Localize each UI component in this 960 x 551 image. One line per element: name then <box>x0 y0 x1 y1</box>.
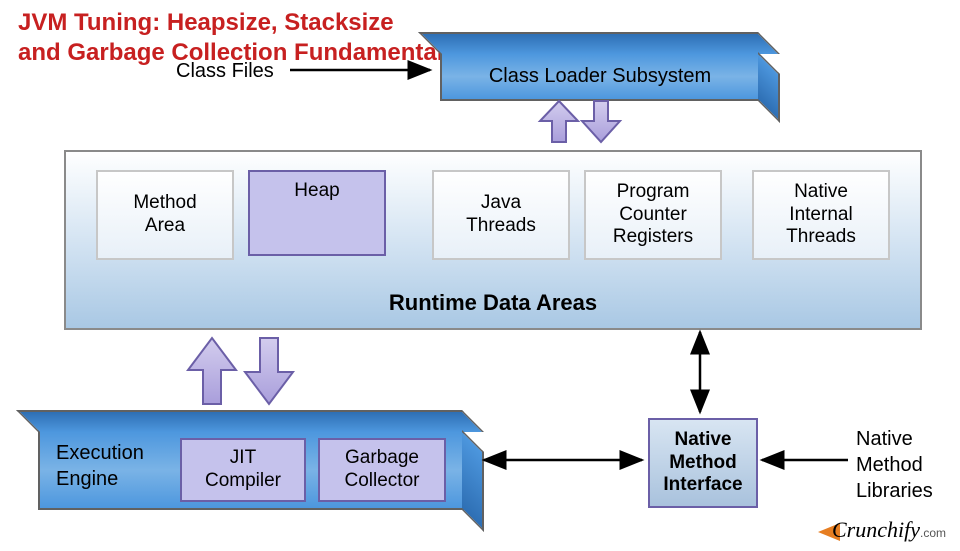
pc-registers-text: Program Counter Registers <box>613 181 693 249</box>
crunchify-brand: Crunchify <box>832 517 920 542</box>
execution-engine-text: Execution Engine <box>56 440 144 492</box>
java-threads-text: Java Threads <box>466 192 536 238</box>
garbage-collector-text: Garbage Collector <box>345 447 420 493</box>
native-threads-box: Native Internal Threads <box>752 170 890 260</box>
arrow-runtime-engine-up <box>188 338 236 404</box>
arrow-runtime-engine-down <box>245 338 293 404</box>
crunchify-suffix: .com <box>920 526 946 540</box>
class-loader-text: Class Loader Subsystem <box>442 54 758 99</box>
heap-box: Heap <box>248 170 386 256</box>
jit-compiler-text: JIT Compiler <box>205 447 281 493</box>
garbage-collector-box: Garbage Collector <box>318 438 446 502</box>
diagram-title: JVM Tuning: Heapsize, Stacksize and Garb… <box>18 8 443 68</box>
class-loader-box: Class Loader Subsystem <box>440 52 760 101</box>
jit-compiler-box: JIT Compiler <box>180 438 306 502</box>
arrow-loader-runtime-down <box>582 101 620 142</box>
native-threads-text: Native Internal Threads <box>786 181 856 249</box>
native-method-libraries-label: Native Method Libraries <box>856 426 933 504</box>
class-files-label: Class Files <box>176 60 274 83</box>
native-method-interface-box: Native Method Interface <box>648 418 758 508</box>
crunchify-watermark: Crunchify.com <box>832 517 946 543</box>
method-area-text: Method Area <box>133 192 196 238</box>
native-method-interface-text: Native Method Interface <box>663 429 742 497</box>
arrow-loader-runtime-up <box>540 101 578 142</box>
java-threads-box: Java Threads <box>432 170 570 260</box>
method-area-box: Method Area <box>96 170 234 260</box>
runtime-title: Runtime Data Areas <box>66 290 920 316</box>
heap-text: Heap <box>294 180 339 203</box>
title-line-1: JVM Tuning: Heapsize, Stacksize <box>18 9 394 36</box>
pc-registers-box: Program Counter Registers <box>584 170 722 260</box>
